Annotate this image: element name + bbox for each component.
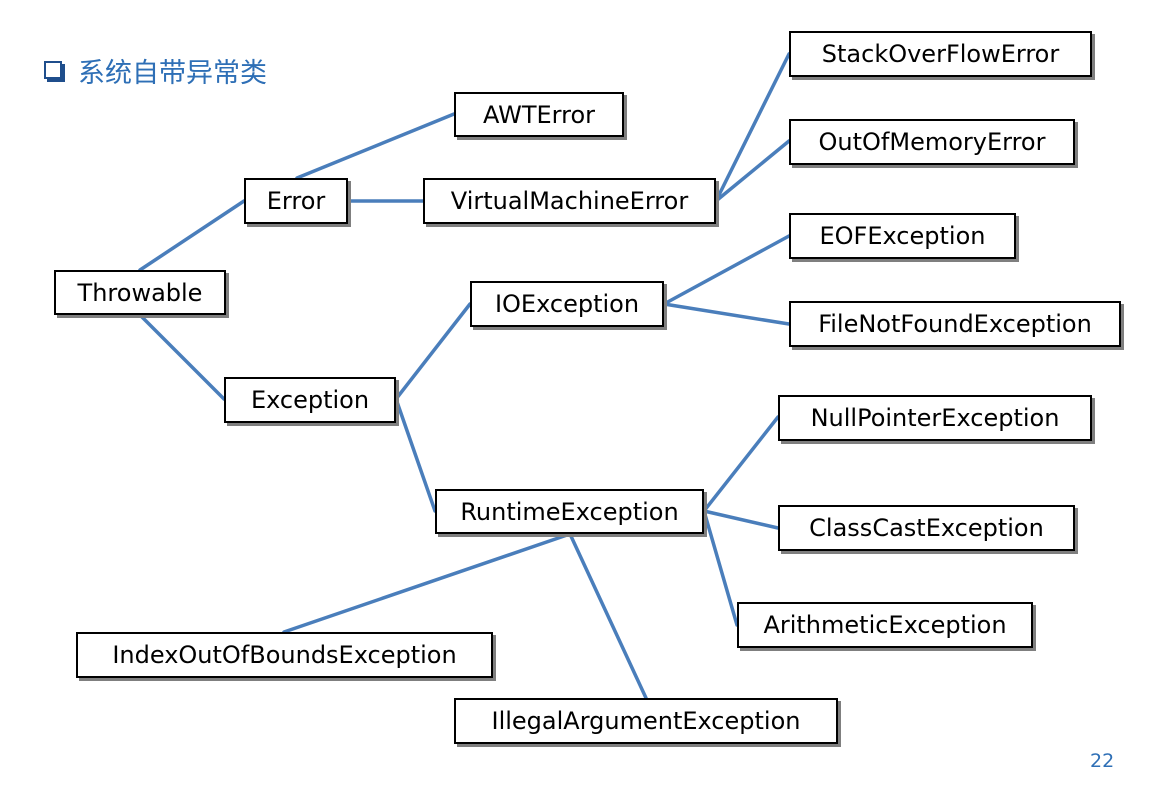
page-number: 22 [1090, 750, 1115, 772]
node-error: Error [244, 178, 348, 224]
link-exception-ioexception [394, 302, 472, 401]
link-throwable-error [138, 199, 246, 272]
link-runtime-indexoutofbounds [282, 532, 572, 634]
node-eofexception: EOFException [789, 213, 1016, 259]
link-runtime-arithmetic [702, 509, 739, 627]
node-virtualmachineerror: VirtualMachineError [423, 178, 716, 224]
node-indexoutofboundsexception: IndexOutOfBoundsException [76, 632, 493, 678]
link-throwable-exception [138, 313, 226, 401]
node-classcastexception: ClassCastException [778, 505, 1075, 551]
link-runtime-nullpointer [702, 415, 780, 513]
link-ioexception-filenotfoundexception [662, 302, 791, 326]
node-nullpointerexception: NullPointerException [778, 395, 1092, 441]
node-filenotfoundexception: FileNotFoundException [789, 301, 1121, 347]
link-exception-runtimeexception [394, 397, 437, 513]
link-runtime-illegalargument [568, 532, 648, 700]
node-awterror: AWTError [454, 92, 624, 137]
link-vme-stackoverflowerror [714, 52, 791, 203]
link-runtime-classcast [702, 509, 780, 530]
node-exception: Exception [224, 377, 396, 423]
link-vme-outofmemoryerror [714, 139, 791, 203]
node-ioexception: IOException [470, 281, 664, 327]
node-illegalargumentexception: IllegalArgumentException [454, 698, 838, 744]
link-error-awterror [295, 112, 456, 180]
node-stackoverflowerror: StackOverFlowError [789, 31, 1092, 77]
link-ioexception-eofexception [662, 234, 791, 306]
node-outofmemoryerror: OutOfMemoryError [789, 119, 1075, 165]
node-throwable: Throwable [54, 270, 226, 315]
node-runtimeexception: RuntimeException [435, 489, 704, 534]
node-arithmeticexception: ArithmeticException [737, 602, 1033, 648]
